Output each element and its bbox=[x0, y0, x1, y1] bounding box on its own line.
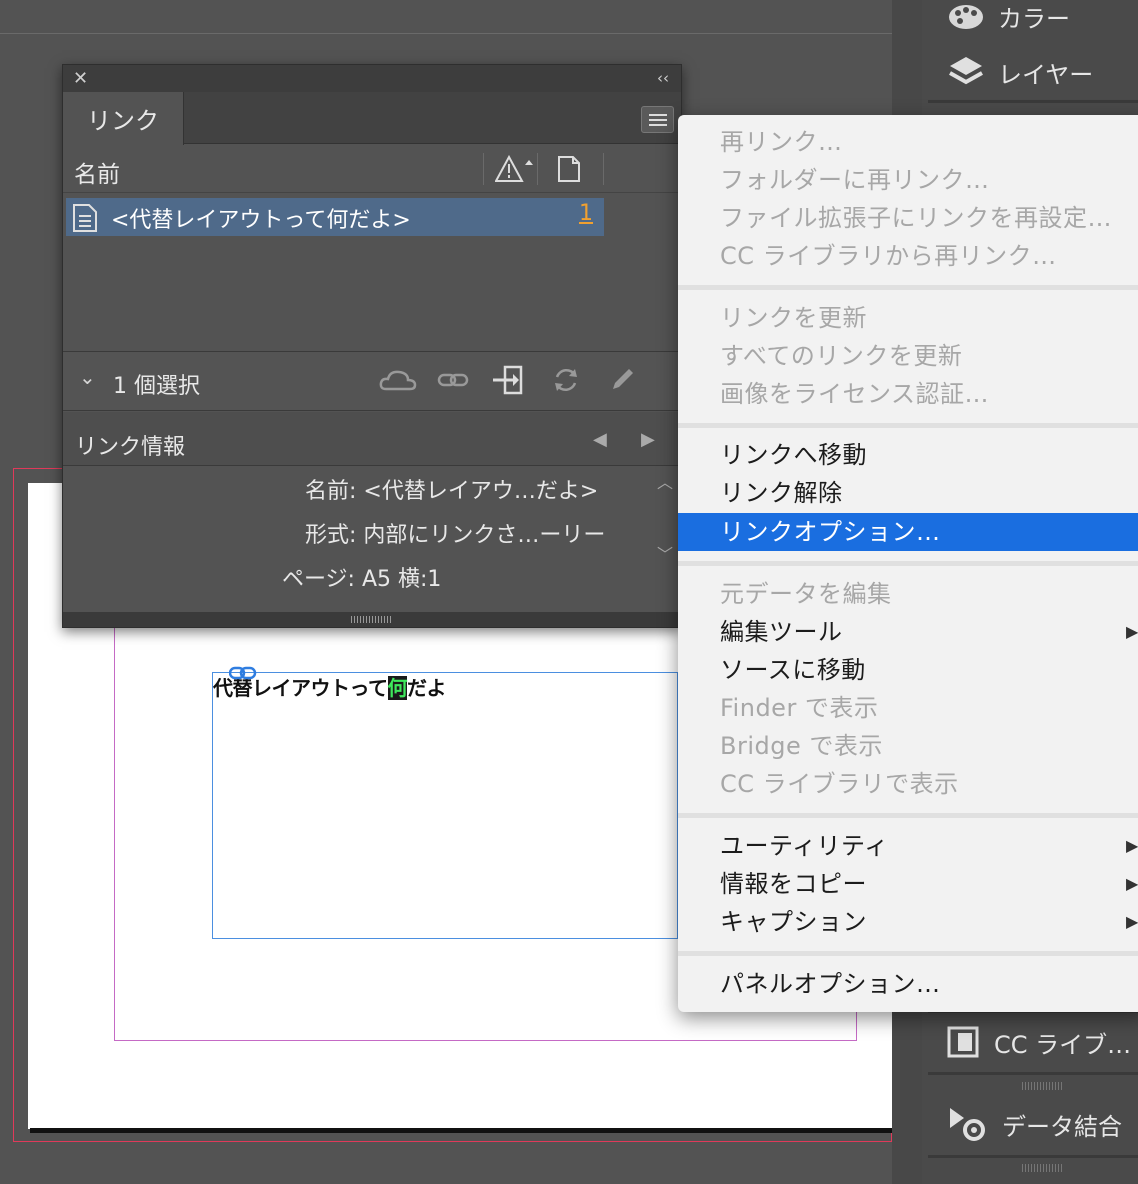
link-info-title: リンク情報 bbox=[75, 435, 186, 460]
dock-grip[interactable] bbox=[1022, 1082, 1062, 1090]
selection-count: 1 個選択 bbox=[113, 374, 200, 399]
panel-menu-button[interactable] bbox=[641, 106, 674, 133]
menu-item-panel-options[interactable]: パネルオプション… bbox=[720, 965, 941, 1003]
menu-item-link-options[interactable]: リンクオプション… bbox=[678, 513, 1138, 551]
column-header bbox=[63, 145, 681, 193]
relink-icon[interactable] bbox=[437, 365, 471, 395]
menu-item-go-to-link[interactable]: リンクへ移動 bbox=[720, 436, 867, 474]
update-link-icon[interactable] bbox=[551, 365, 581, 395]
info-label: ページ: bbox=[282, 567, 355, 592]
column-divider bbox=[483, 153, 484, 185]
dock-item-layers[interactable]: レイヤー bbox=[928, 44, 1138, 100]
column-divider bbox=[603, 153, 604, 185]
links-panel: ✕ ‹‹ リンク 名前 <代替レイアウトって何だよ> 1 ⌄ 1 個選択 リンク… bbox=[62, 64, 682, 628]
chevron-up-icon[interactable]: ︿ bbox=[657, 469, 673, 493]
dock-item-label: CC ライブ… bbox=[994, 1030, 1132, 1059]
hamburger-icon bbox=[649, 119, 667, 121]
menu-separator bbox=[678, 561, 1138, 566]
page-shadow bbox=[30, 1128, 892, 1133]
context-menu: 再リンク… フォルダーに再リンク… ファイル拡張子にリンクを再設定… CC ライ… bbox=[678, 115, 1138, 1012]
link-name: <代替レイアウトって何だよ> bbox=[111, 208, 411, 233]
panel-title-bar[interactable] bbox=[63, 65, 681, 92]
page-icon[interactable] bbox=[557, 155, 581, 183]
layers-icon bbox=[949, 57, 983, 85]
menu-item-edit-original[interactable]: 元データを編集 bbox=[720, 575, 892, 613]
submenu-arrow-icon: ▶ bbox=[1126, 836, 1138, 855]
column-divider bbox=[537, 153, 538, 185]
tab-links[interactable]: リンク bbox=[63, 92, 184, 145]
menu-item-relink[interactable]: 再リンク… bbox=[720, 123, 843, 161]
info-value: 内部にリンクさ…ーリー bbox=[363, 523, 606, 548]
close-icon[interactable]: ✕ bbox=[73, 68, 88, 89]
workspace-divider bbox=[0, 33, 892, 34]
dock-separator bbox=[928, 1155, 1138, 1158]
chain-link-icon[interactable] bbox=[229, 666, 257, 680]
submenu-arrow-icon: ▶ bbox=[1126, 912, 1138, 931]
column-name-header[interactable]: 名前 bbox=[74, 155, 120, 189]
hamburger-icon bbox=[649, 114, 667, 116]
dock-item-data-merge[interactable]: データ結合 bbox=[928, 1096, 1138, 1152]
submenu-arrow-icon: ▶ bbox=[1126, 874, 1138, 893]
menu-item-update-link[interactable]: リンクを更新 bbox=[720, 299, 867, 337]
info-label: 名前: bbox=[305, 479, 357, 504]
chevron-down-icon[interactable]: ⌄ bbox=[79, 365, 96, 389]
go-to-link-icon[interactable] bbox=[491, 365, 527, 395]
link-page-number[interactable]: 1 bbox=[579, 201, 593, 226]
menu-item-update-all[interactable]: すべてのリンクを更新 bbox=[720, 337, 962, 375]
chevron-down-icon[interactable]: ﹀ bbox=[657, 541, 673, 565]
dock-item-cc-libraries[interactable]: CC ライブ… bbox=[928, 1014, 1138, 1070]
menu-item-reveal-cc[interactable]: CC ライブラリで表示 bbox=[720, 765, 959, 803]
menu-item-relink-cc[interactable]: CC ライブラリから再リンク… bbox=[720, 237, 1057, 275]
menu-item-relink-to-folder[interactable]: フォルダーに再リンク… bbox=[720, 161, 990, 199]
previous-arrow-icon[interactable]: ◀ bbox=[593, 429, 607, 450]
dock-separator bbox=[928, 1072, 1138, 1075]
dock-item-label: レイヤー bbox=[998, 60, 1094, 89]
hamburger-icon bbox=[649, 124, 667, 126]
info-row-page: ページ: A5 横:1 bbox=[282, 561, 441, 593]
info-label: 形式: bbox=[305, 523, 357, 548]
menu-item-go-to-source[interactable]: ソースに移動 bbox=[720, 651, 866, 689]
resize-grip[interactable] bbox=[351, 616, 391, 623]
document-icon bbox=[73, 204, 97, 232]
info-row-format: 形式: 内部にリンクさ…ーリー bbox=[305, 517, 605, 549]
menu-item-reveal-finder[interactable]: Finder で表示 bbox=[720, 689, 878, 727]
menu-item-utilities[interactable]: ユーティリティ bbox=[720, 827, 889, 865]
collapse-icon[interactable]: ‹‹ bbox=[657, 69, 669, 87]
submenu-arrow-icon: ▶ bbox=[1126, 622, 1138, 641]
text-highlight: 何 bbox=[387, 676, 407, 700]
edit-original-icon[interactable] bbox=[609, 365, 637, 395]
menu-item-unlink[interactable]: リンク解除 bbox=[720, 474, 843, 512]
dock-item-label: カラー bbox=[998, 4, 1070, 33]
menu-item-captions[interactable]: キャプション bbox=[720, 903, 867, 941]
menu-separator bbox=[678, 285, 1138, 290]
info-row-name: 名前: <代替レイアウ…だよ> bbox=[305, 473, 598, 505]
dock-item-label: データ結合 bbox=[1002, 1112, 1122, 1141]
info-value: A5 横:1 bbox=[361, 567, 442, 592]
text-tail: だよ bbox=[407, 676, 447, 700]
menu-item-license-image[interactable]: 画像をライセンス認証… bbox=[720, 375, 989, 413]
next-arrow-icon[interactable]: ▶ bbox=[641, 429, 655, 450]
cc-library-icon bbox=[947, 1026, 979, 1058]
menu-item-reveal-bridge[interactable]: Bridge で表示 bbox=[720, 727, 883, 765]
cloud-link-icon[interactable] bbox=[378, 365, 418, 395]
dock-item-color[interactable]: カラー bbox=[928, 0, 1138, 44]
text-frame[interactable] bbox=[212, 672, 678, 939]
status-warning-icon[interactable] bbox=[495, 155, 535, 183]
palette-icon bbox=[949, 5, 983, 29]
menu-separator bbox=[678, 813, 1138, 818]
menu-separator bbox=[678, 423, 1138, 428]
menu-separator bbox=[678, 951, 1138, 956]
menu-item-copy-info[interactable]: 情報をコピー bbox=[720, 865, 867, 903]
dock-separator bbox=[928, 100, 1138, 103]
dock-grip[interactable] bbox=[1022, 1164, 1062, 1172]
menu-item-relink-extension[interactable]: ファイル拡張子にリンクを再設定… bbox=[720, 199, 1112, 237]
info-value: <代替レイアウ…だよ> bbox=[363, 479, 599, 504]
menu-item-edit-with[interactable]: 編集ツール bbox=[720, 613, 843, 651]
link-info-body: 名前: <代替レイアウ…だよ> 形式: 内部にリンクさ…ーリー ページ: A5 … bbox=[63, 467, 681, 612]
data-merge-icon bbox=[950, 1108, 985, 1141]
